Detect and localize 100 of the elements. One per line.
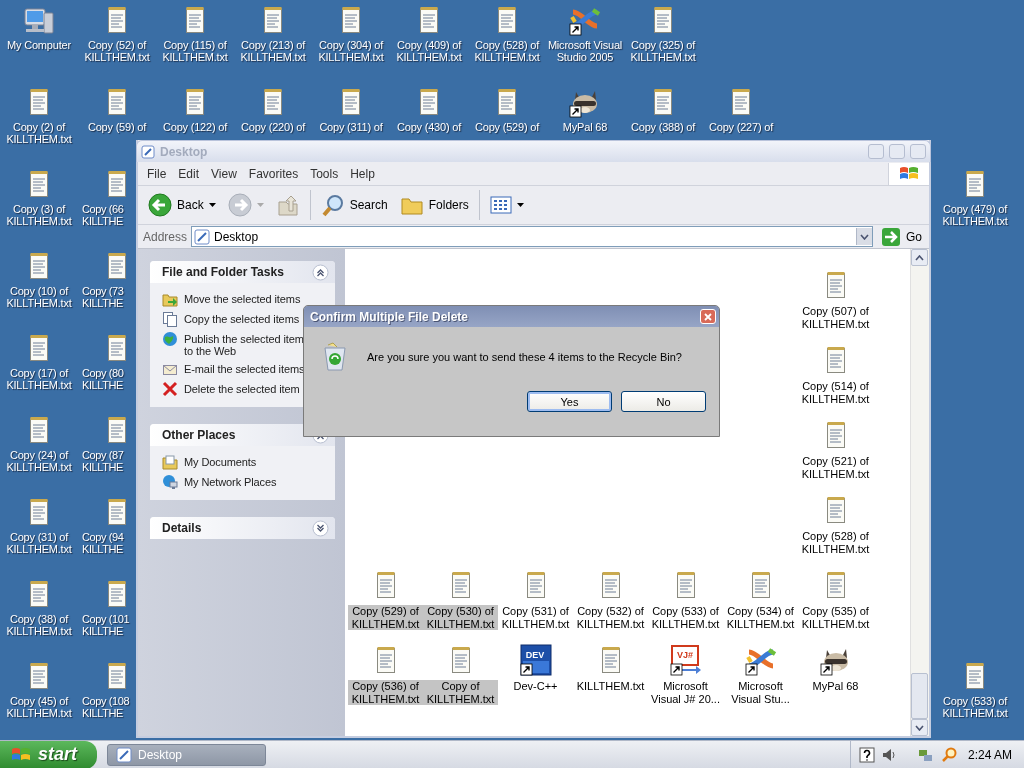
file-label[interactable]: Copy (531) of KILLTHEM.txt — [498, 605, 573, 630]
task-link[interactable]: Copy the selected items — [184, 311, 300, 325]
icon-label: My Computer — [6, 39, 72, 51]
dialog-button[interactable]: Yes — [527, 391, 612, 412]
file-label[interactable]: Copy (507) of KILLTHEM.txt — [798, 305, 873, 330]
menu-item[interactable]: Help — [344, 166, 381, 181]
caret-icon — [256, 203, 264, 207]
address-label: Address — [143, 229, 188, 244]
icon-label: Copy (31) of KILLTHEM.txt — [5, 531, 73, 555]
file-label[interactable]: Copy (535) of KILLTHEM.txt — [798, 605, 873, 630]
icon-label: Copy (533) of KILLTHEM.txt — [941, 695, 1009, 719]
dialog-button[interactable]: No — [621, 391, 706, 412]
file-label[interactable]: Dev-C++ — [512, 680, 559, 693]
icon-label: Microsoft Visual Studio 2005 — [546, 39, 624, 63]
caret-icon — [860, 233, 869, 240]
expand-icon[interactable] — [312, 519, 329, 537]
search-button[interactable]: Search — [316, 190, 392, 220]
file-label[interactable]: Copy (521) of KILLTHEM.txt — [798, 455, 873, 480]
menu-item[interactable]: File — [141, 166, 173, 181]
file-label[interactable]: Copy (533) of KILLTHEM.txt — [648, 605, 723, 630]
app-badge-icon[interactable]: DEV — [519, 644, 552, 676]
file-label[interactable]: Copy (536) of KILLTHEM.txt — [348, 680, 423, 705]
icon-label: Copy (17) of KILLTHEM.txt — [5, 367, 73, 391]
file-label[interactable]: Copy of KILLTHEM.txt — [423, 680, 498, 705]
icon-label: Copy (24) of KILLTHEM.txt — [5, 449, 73, 473]
scroll-up-button[interactable] — [911, 249, 928, 266]
menu-item[interactable]: View — [205, 166, 243, 181]
scroll-down-button[interactable] — [911, 719, 928, 736]
icon-label: Copy (2) of KILLTHEM.txt — [5, 121, 73, 145]
icon-label: Copy (38) of KILLTHEM.txt — [5, 613, 73, 637]
icon-label: Copy (529) of — [473, 121, 541, 133]
scroll-thumb[interactable] — [911, 673, 928, 719]
icon-label: Copy (430) of — [395, 121, 463, 133]
file-label[interactable]: MyPal 68 — [811, 680, 860, 693]
icon-label: Copy (87 KILLTHE — [82, 449, 125, 473]
icon-label: Copy (10) of KILLTHEM.txt — [5, 285, 73, 309]
menu-item[interactable]: Favorites — [242, 166, 305, 181]
folders-button[interactable]: Folders — [395, 190, 473, 220]
folder-icon — [162, 454, 178, 470]
icon-label: MyPal 68 — [561, 121, 609, 133]
icon-label: Copy (325) of KILLTHEM.txt — [629, 39, 697, 63]
address-field[interactable]: Desktop — [191, 226, 873, 247]
file-label[interactable]: Copy (534) of KILLTHEM.txt — [723, 605, 798, 630]
file-label[interactable]: Copy (514) of KILLTHEM.txt — [798, 380, 873, 405]
panel-title: Details — [162, 521, 203, 535]
icon-label: Copy (73 KILLTHE — [82, 285, 125, 309]
close-icon — [704, 312, 712, 321]
file-label[interactable]: Microsoft Visual J# 20... — [648, 680, 723, 705]
file-label[interactable]: Copy (529) of KILLTHEM.txt — [348, 605, 423, 630]
go-button[interactable]: Go — [877, 226, 926, 247]
icon-label: Copy (108 KILLTHE — [82, 695, 131, 719]
collapse-icon[interactable] — [312, 263, 329, 281]
delete-icon — [162, 381, 178, 397]
icon-label: Copy (311) of — [318, 121, 384, 133]
task-link[interactable]: My Documents — [184, 454, 257, 468]
task-link[interactable]: Delete the selected item — [184, 381, 300, 395]
icon-label: Copy (227) of — [707, 121, 775, 133]
icon-label: Copy (479) of KILLTHEM.txt — [941, 203, 1009, 227]
task-link[interactable]: E-mail the selected items — [184, 361, 305, 375]
panel-title: Other Places — [162, 428, 237, 442]
caret-icon — [208, 203, 216, 207]
icon-label: Copy (122) of — [161, 121, 229, 133]
icon-label: Copy (101 KILLTHE — [82, 613, 131, 637]
file-label[interactable]: Microsoft Visual Stu... — [723, 680, 798, 705]
search-icon — [320, 193, 345, 217]
panel-title: File and Folder Tasks — [162, 265, 285, 279]
pages-icon — [162, 311, 178, 327]
menu-item[interactable]: Edit — [172, 166, 206, 181]
file-label[interactable]: Copy (528) of KILLTHEM.txt — [798, 530, 873, 555]
icon-label: Copy (45) of KILLTHEM.txt — [5, 695, 73, 719]
icon-text: VJ# — [676, 650, 693, 660]
window-title: Desktop — [160, 144, 209, 159]
task-link[interactable]: Publish the selected item to the Web — [184, 331, 304, 357]
dropdown-button[interactable] — [856, 228, 872, 245]
grid-icon — [489, 196, 512, 214]
icon-label: Copy (213) of KILLTHEM.txt — [239, 39, 307, 63]
task-link[interactable]: My Network Places — [184, 474, 277, 488]
back-button[interactable]: Back — [144, 190, 220, 220]
caret-icon — [915, 724, 924, 731]
folder-arrow-icon — [162, 291, 178, 307]
file-label[interactable]: Copy (532) of KILLTHEM.txt — [573, 605, 648, 630]
caret-icon — [915, 254, 924, 261]
icon-label: Copy (80 KILLTHE — [82, 367, 125, 391]
icon-label: Copy (528) of KILLTHEM.txt — [473, 39, 541, 63]
help-icon[interactable] — [858, 746, 875, 763]
globe-icon — [162, 331, 178, 347]
icon-label: Copy (3) of KILLTHEM.txt — [5, 203, 73, 227]
task-link[interactable]: Move the selected items — [184, 291, 301, 305]
icon-label: Copy (388) of — [629, 121, 697, 133]
dialog-message: Are you sure you want to send these 4 items to the Recycle Bin? — [367, 351, 682, 363]
icon-text: DEV — [525, 650, 544, 660]
network-icon — [162, 474, 178, 490]
file-label[interactable]: Copy (530) of KILLTHEM.txt — [423, 605, 498, 630]
icon-label: Copy (220) of — [239, 121, 307, 133]
window-icon — [141, 144, 155, 159]
file-label[interactable]: KILLTHEM.txt — [575, 680, 646, 693]
speaker-icon[interactable] — [881, 746, 896, 763]
icon-label: Copy (59) of — [86, 121, 148, 133]
search-icon[interactable] — [940, 746, 957, 763]
menu-item[interactable]: Tools — [304, 166, 345, 181]
